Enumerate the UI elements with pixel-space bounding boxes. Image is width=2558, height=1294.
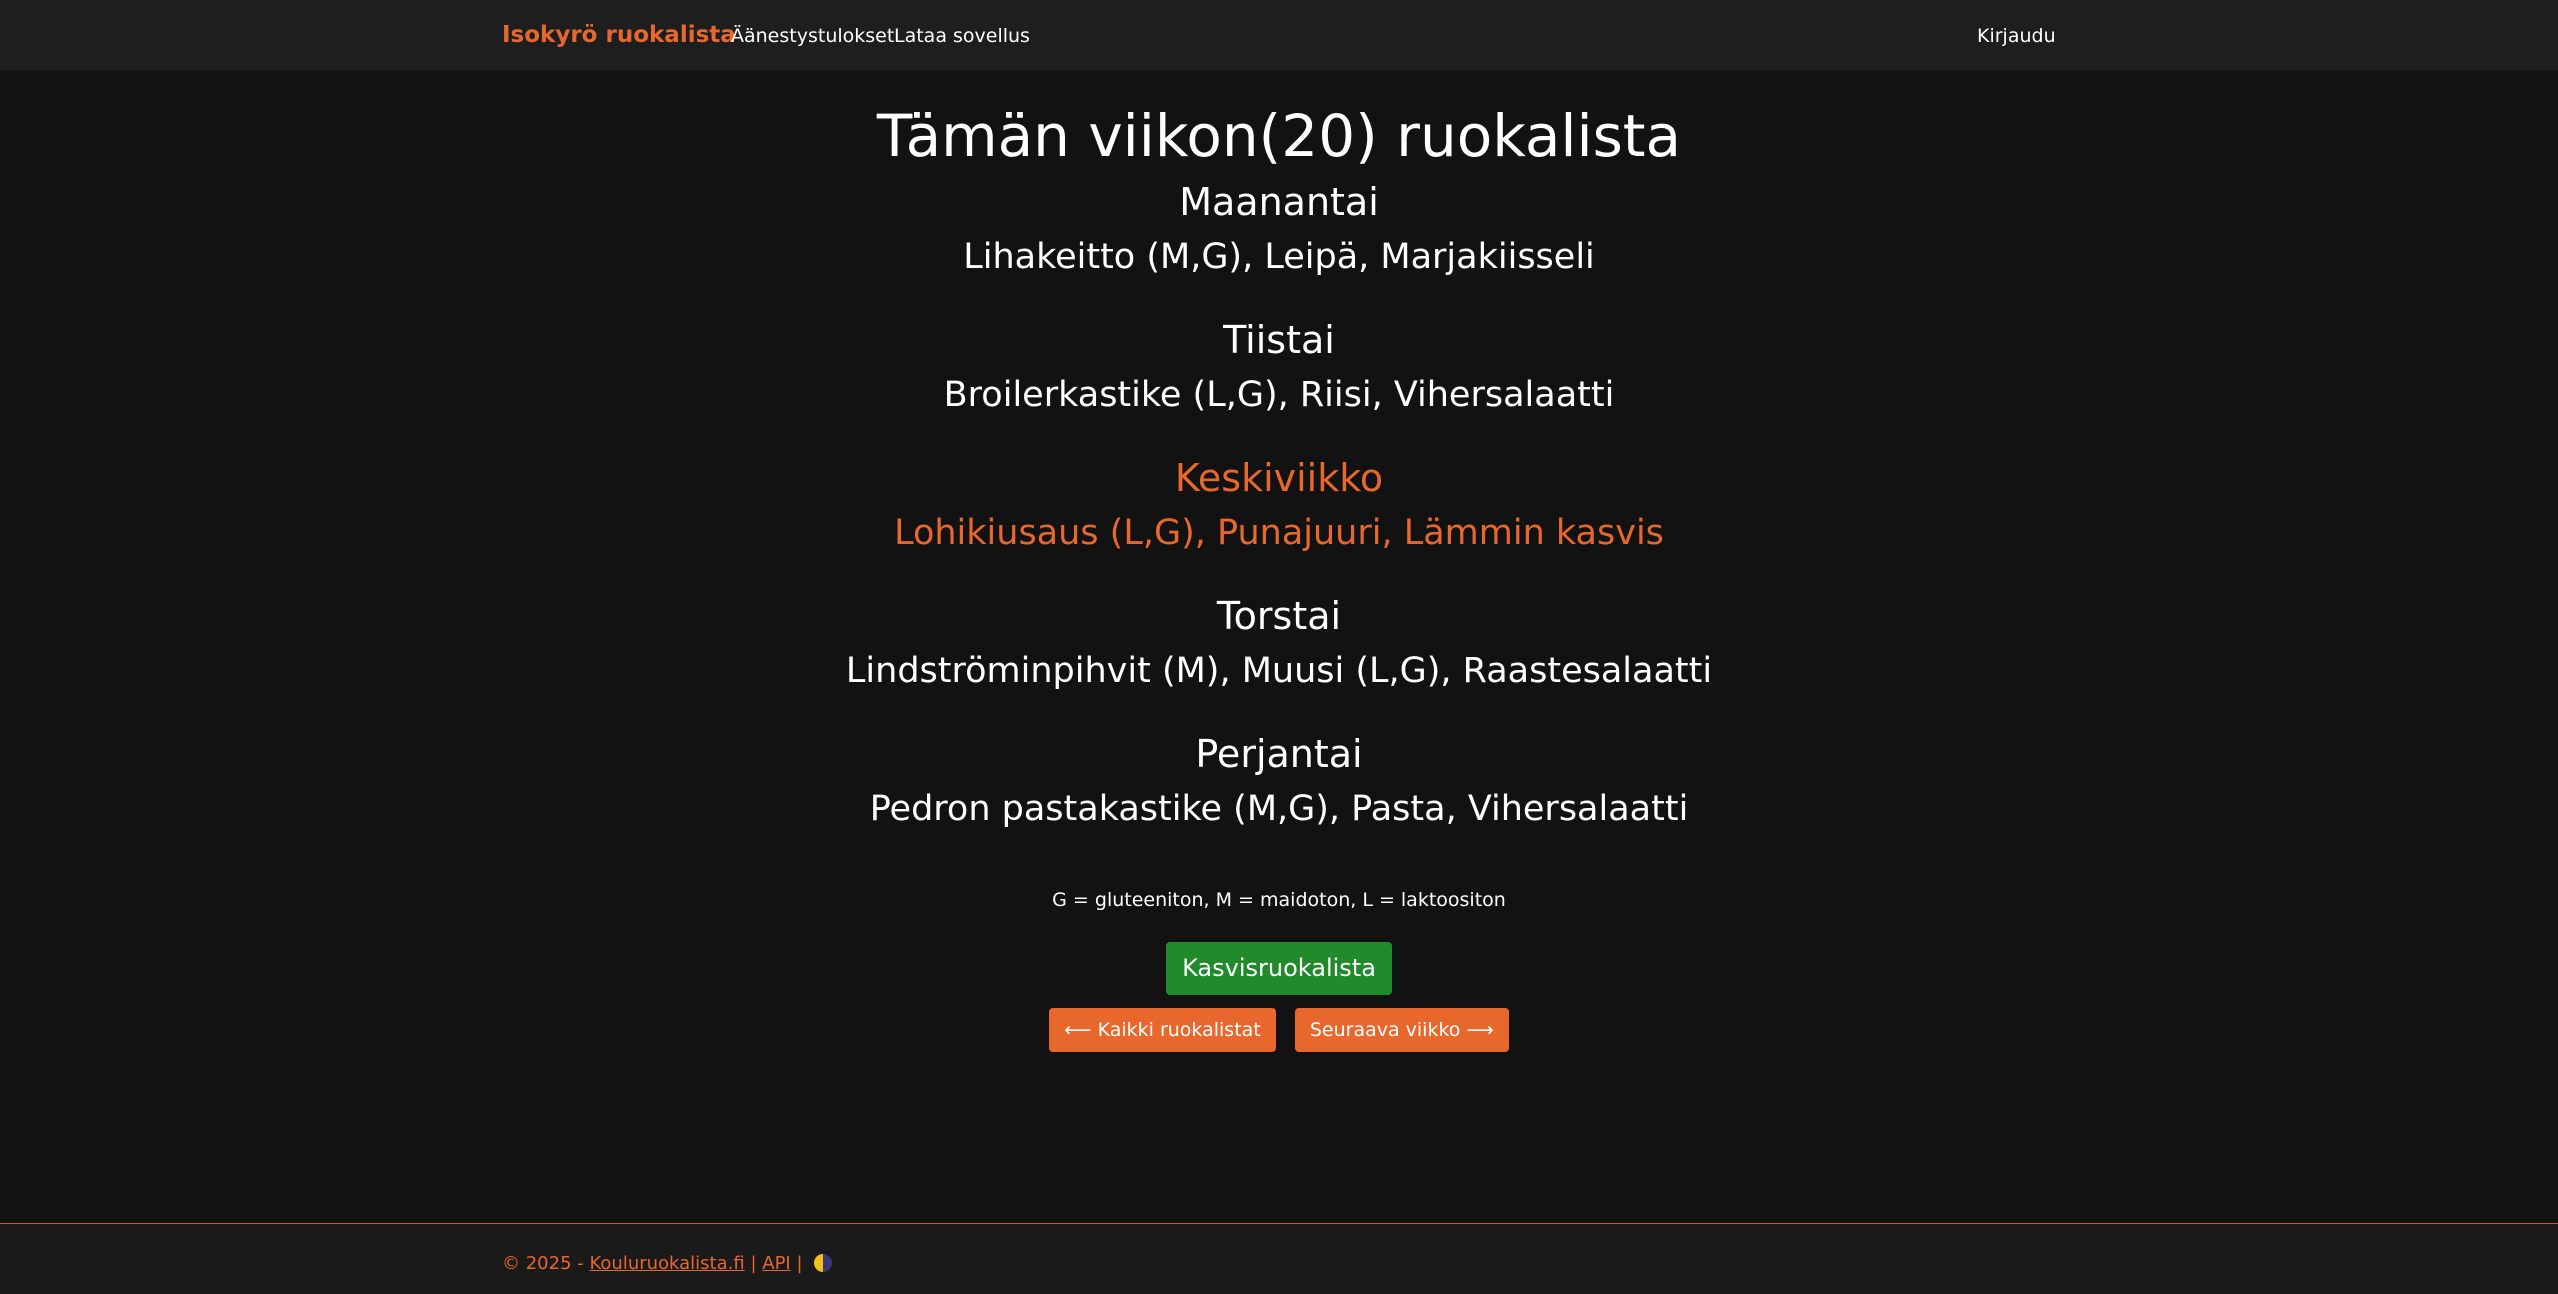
day-name: Keskiviikko	[1174, 456, 1384, 500]
nav-link-download-app[interactable]: Lataa sovellus	[894, 25, 1030, 47]
diet-legend: G = gluteeniton, M = maidoton, L = lakto…	[1052, 889, 1506, 911]
day-menu: Lindströminpihvit (M), Muusi (L,G), Raas…	[845, 651, 1713, 691]
copyright: © 2025 -	[502, 1253, 584, 1274]
day-monday: Maanantai Lihakeitto (M,G), Leipä, Marja…	[0, 175, 2558, 285]
day-tuesday: Tiistai Broilerkastike (L,G), Riisi, Vih…	[0, 313, 2558, 423]
day-menu: Broilerkastike (L,G), Riisi, Vihersalaat…	[943, 375, 1615, 415]
day-name: Maanantai	[1179, 180, 1379, 224]
day-name: Perjantai	[1195, 732, 1363, 776]
day-friday: Perjantai Pedron pastakastike (M,G), Pas…	[0, 727, 2558, 837]
all-menus-button[interactable]: ⟵ Kaikki ruokalistat	[1049, 1008, 1276, 1052]
nav-link-voting-results[interactable]: Äänestystulokset	[731, 25, 894, 47]
separator: |	[796, 1253, 803, 1274]
vegetarian-menu-button[interactable]: Kasvisruokalista	[1166, 942, 1392, 995]
footer: © 2025 - Kouluruokalista.fi | API |	[0, 1223, 2558, 1294]
week-navigation: ⟵ Kaikki ruokalistat Seuraava viikko ⟶	[0, 1008, 2558, 1052]
page-title: Tämän viikon(20) ruokalista	[876, 102, 1682, 170]
separator: |	[750, 1253, 757, 1274]
main-content: Tämän viikon(20) ruokalista Maanantai Li…	[0, 69, 2558, 1052]
site-link[interactable]: Kouluruokalista.fi	[589, 1253, 744, 1274]
day-menu: Lihakeitto (M,G), Leipä, Marjakiisseli	[963, 237, 1595, 277]
navbar: Isokyrö ruokalista Äänestystulokset Lata…	[0, 0, 2558, 70]
day-name: Torstai	[1216, 594, 1342, 638]
day-wednesday: Keskiviikko Lohikiusaus (L,G), Punajuuri…	[0, 451, 2558, 561]
day-menu: Lohikiusaus (L,G), Punajuuri, Lämmin kas…	[894, 513, 1664, 553]
login-link[interactable]: Kirjaudu	[1977, 25, 2056, 47]
day-name: Tiistai	[1223, 318, 1335, 362]
api-link[interactable]: API	[762, 1253, 790, 1274]
brand-link[interactable]: Isokyrö ruokalista	[502, 22, 736, 48]
next-week-button[interactable]: Seuraava viikko ⟶	[1294, 1008, 1509, 1052]
theme-toggle-icon[interactable]	[814, 1254, 833, 1272]
footer-text: © 2025 - Kouluruokalista.fi | API |	[502, 1253, 833, 1274]
day-menu: Pedron pastakastike (M,G), Pasta, Vihers…	[869, 789, 1689, 829]
day-thursday: Torstai Lindströminpihvit (M), Muusi (L,…	[0, 589, 2558, 699]
